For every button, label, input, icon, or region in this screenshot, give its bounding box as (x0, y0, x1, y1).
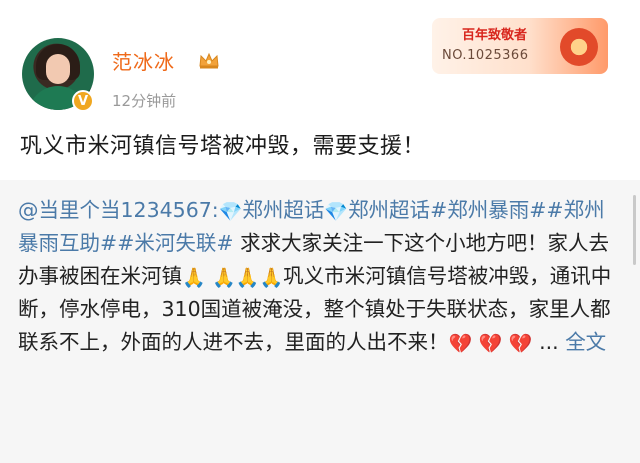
broken-heart-icon: 💔 (508, 333, 533, 355)
broken-heart-icon: 💔 (478, 333, 503, 355)
post-text: 巩义市米河镇信号塔被冲毁，需要支援！ (20, 134, 426, 159)
hashtag-link[interactable]: #米河失联# (117, 231, 233, 255)
expand-full-text-link[interactable]: 全文 (565, 330, 606, 354)
medal-title: 百年致敬者 (462, 28, 528, 43)
hashtag-link[interactable]: #郑州暴雨# (430, 198, 546, 222)
verified-badge-icon: V (72, 90, 94, 112)
post-time: 12分钟前 (112, 92, 177, 110)
praying-hands-icon: 🙏 (182, 267, 206, 289)
medal-number: NO.1025366 (442, 48, 529, 63)
praying-hands-icon: 🙏 (259, 267, 284, 289)
post-header: V 范冰冰 12分钟前 百年致敬者 NO.1025366 (0, 0, 640, 120)
ellipsis: ... (532, 330, 559, 354)
topic-label: 郑州超话 (348, 198, 431, 222)
repost-text: @当里个当1234567:💎郑州超话💎郑州超话#郑州暴雨##郑州暴雨互助##米河… (18, 194, 622, 359)
crown-icon (199, 52, 219, 69)
praying-hands-icon: 🙏 (235, 267, 260, 289)
diamond-icon: 💎 (324, 201, 349, 223)
mention-link[interactable]: @当里个当1234567: (18, 198, 219, 222)
diamond-icon: 💎 (218, 201, 243, 223)
scrollbar-thumb[interactable] (633, 195, 636, 265)
broken-heart-icon: 💔 (448, 333, 473, 355)
medal-emblem-icon (560, 28, 598, 66)
honor-medal[interactable]: 百年致敬者 NO.1025366 (432, 18, 608, 74)
repost-card[interactable]: @当里个当1234567:💎郑州超话💎郑州超话#郑州暴雨##郑州暴雨互助##米河… (0, 180, 640, 463)
username[interactable]: 范冰冰 (112, 46, 175, 75)
super-topic-link[interactable]: 💎郑州超话 (219, 198, 325, 222)
praying-hands-icon: 🙏 (212, 267, 236, 289)
topic-label: 郑州超话 (242, 198, 325, 222)
super-topic-link[interactable]: 💎郑州超话 (324, 198, 430, 222)
